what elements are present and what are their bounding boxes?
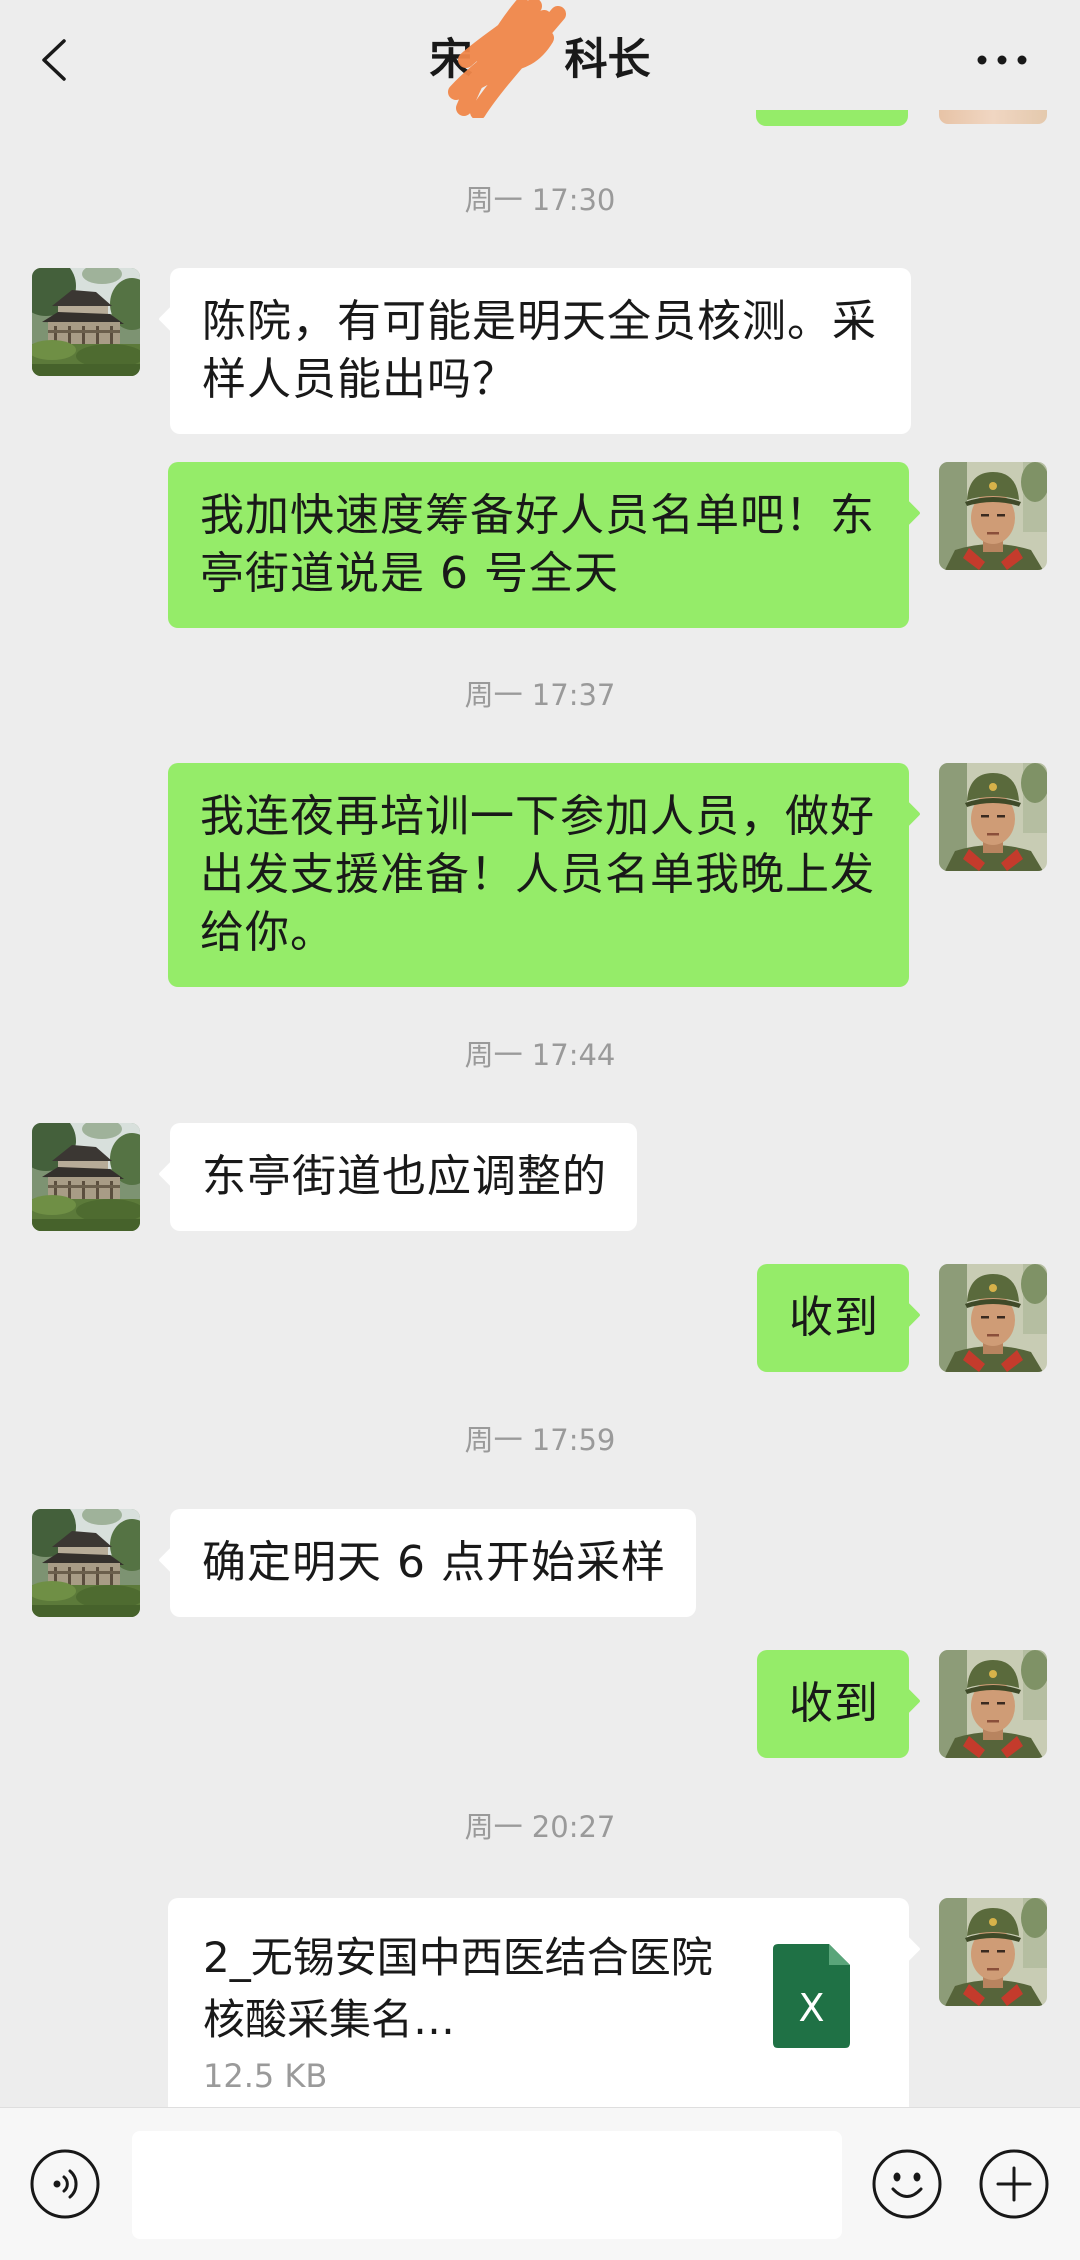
my-avatar[interactable] xyxy=(939,1898,1047,2006)
chevron-left-icon xyxy=(42,39,66,81)
timestamp: 周一 20:27 xyxy=(464,1810,616,1844)
previous-message-fragment xyxy=(756,110,908,126)
timestamp: 周一 17:30 xyxy=(464,183,616,217)
message-bubble-incoming[interactable]: 确定明天 6 点开始采样 xyxy=(170,1509,696,1617)
message-text: 确定明天 6 点开始采样 xyxy=(202,1537,666,1588)
file-name: 2_无锡安国中西医结合医院核酸采集名… xyxy=(203,1933,713,2044)
my-avatar-image xyxy=(939,1898,1047,2006)
excel-letter: X xyxy=(798,1986,825,2030)
voice-button[interactable] xyxy=(29,2148,101,2220)
contact-avatar-image xyxy=(32,1123,140,1231)
chat-screen: 宋科长 周一 17:30 陈院，有可能是明天全员核测。采样人员能出吗？ 我加快速… xyxy=(0,0,1080,2260)
emoji-icon xyxy=(872,2149,942,2219)
back-button[interactable] xyxy=(26,30,82,90)
message-bubble-outgoing[interactable]: 我连夜再培训一下参加人员，做好出发支援准备！人员名单我晚上发给你。 xyxy=(168,763,909,987)
file-size: 12.5 KB xyxy=(203,2057,328,2095)
my-avatar[interactable] xyxy=(939,1650,1047,1758)
plus-icon xyxy=(979,2149,1049,2219)
contact-avatar-image xyxy=(32,268,140,376)
message-bubble-incoming[interactable]: 陈院，有可能是明天全员核测。采样人员能出吗？ xyxy=(170,268,911,434)
contact-avatar[interactable] xyxy=(32,268,140,376)
message-bubble-outgoing[interactable]: 收到 xyxy=(757,1264,909,1372)
more-dots-icon xyxy=(977,55,1027,65)
my-avatar-image xyxy=(939,763,1047,871)
contact-avatar-image xyxy=(32,1509,140,1617)
my-avatar-image xyxy=(939,1650,1047,1758)
message-bubble-outgoing[interactable]: 我加快速度筹备好人员名单吧！东亭街道说是 6 号全天 xyxy=(168,462,909,628)
input-bar xyxy=(0,2107,1080,2260)
message-bubble-incoming[interactable]: 东亭街道也应调整的 xyxy=(170,1123,637,1231)
timestamp: 周一 17:59 xyxy=(464,1423,616,1457)
message-text: 收到 xyxy=(789,1292,879,1343)
emoji-button[interactable] xyxy=(871,2148,943,2220)
redaction-scribble xyxy=(448,0,566,118)
message-text: 陈院，有可能是明天全员核测。采样人员能出吗？ xyxy=(202,296,877,405)
my-avatar[interactable] xyxy=(939,763,1047,871)
my-avatar-image xyxy=(939,462,1047,570)
voice-icon xyxy=(30,2149,100,2219)
message-text: 我加快速度筹备好人员名单吧！东亭街道说是 6 号全天 xyxy=(200,490,875,599)
more-button[interactable] xyxy=(962,40,1042,80)
message-text: 我连夜再培训一下参加人员，做好出发支援准备！人员名单我晚上发给你。 xyxy=(200,791,875,958)
timestamp: 周一 17:37 xyxy=(464,678,616,712)
message-text: 东亭街道也应调整的 xyxy=(202,1151,607,1202)
message-bubble-outgoing[interactable]: 收到 xyxy=(757,1650,909,1758)
my-avatar[interactable] xyxy=(939,1264,1047,1372)
excel-file-icon: X xyxy=(773,1944,850,2048)
title-suffix: 科长 xyxy=(564,35,651,85)
previous-avatar-fragment xyxy=(939,110,1047,124)
my-avatar-image xyxy=(939,1264,1047,1372)
my-avatar[interactable] xyxy=(939,462,1047,570)
timestamp: 周一 17:44 xyxy=(464,1038,616,1072)
contact-avatar[interactable] xyxy=(32,1123,140,1231)
message-text: 收到 xyxy=(789,1678,879,1729)
message-input[interactable] xyxy=(132,2131,842,2239)
more-actions-button[interactable] xyxy=(978,2148,1050,2220)
file-message-bubble[interactable]: 2_无锡安国中西医结合医院核酸采集名… 12.5 KB X xyxy=(168,1898,909,2138)
contact-avatar[interactable] xyxy=(32,1509,140,1617)
